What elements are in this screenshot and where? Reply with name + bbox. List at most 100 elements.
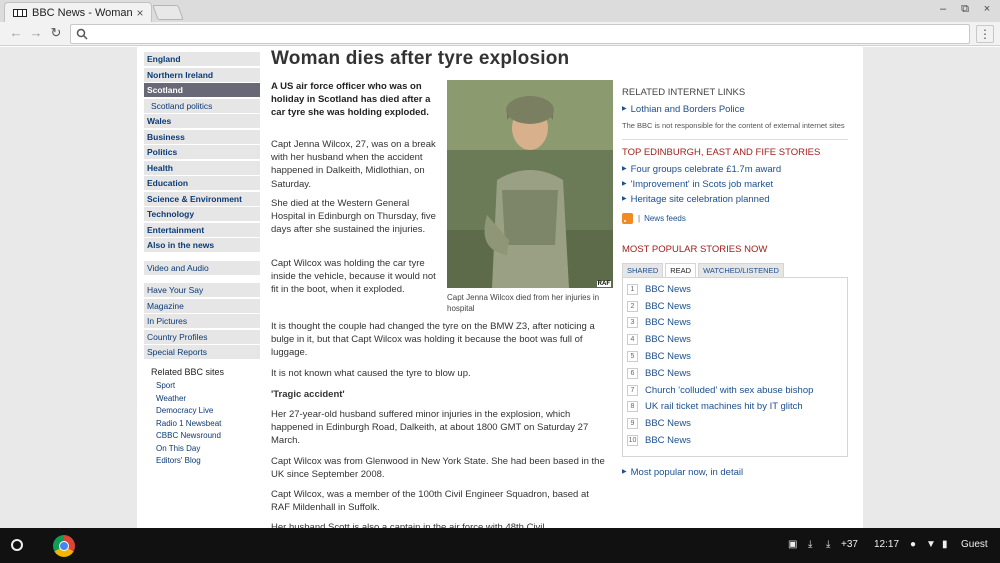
popular-story-label: BBC News [645, 435, 691, 447]
user-label[interactable]: Guest [961, 539, 988, 550]
popular-list-item[interactable]: 3 BBC News [627, 315, 847, 332]
back-arrow-icon[interactable]: ← [8, 25, 24, 40]
nav-item-northern-ireland[interactable]: Northern Ireland [144, 67, 260, 82]
article-paragraph: Capt Wilcox, was a member of the 100th C… [271, 489, 589, 514]
nav-item-country-profiles[interactable]: Country Profiles [144, 329, 260, 344]
os-shelf: ▣ ⤓ ⤓ +37 12:17 ● ▼ ▮ Guest [0, 528, 1000, 563]
nav-item-health[interactable]: Health [144, 160, 260, 175]
nav-item-business[interactable]: Business [144, 129, 260, 144]
related-site-link[interactable]: Sport [144, 380, 260, 393]
most-popular-heading: MOST POPULAR STORIES NOW [622, 244, 768, 255]
nav-item-have-your-say[interactable]: Have Your Say [144, 283, 260, 297]
related-internet-link[interactable]: ▶ Lothian and Borders Police [622, 102, 848, 117]
chrome-menu-icon[interactable]: ⋮ [976, 25, 994, 43]
right-column: RELATED INTERNET LINKS ▶ Lothian and Bord… [622, 87, 848, 480]
article-subheading: 'Tragic accident' [271, 389, 345, 400]
tab-title: BBC News - Woman dies after tyre explosi… [32, 6, 133, 19]
nav-video-audio[interactable]: Video and Audio [144, 260, 260, 275]
top-story-link[interactable]: ▶ Heritage site celebration planned [622, 192, 848, 207]
forward-arrow-icon[interactable]: → [28, 25, 44, 40]
popular-list-item[interactable]: 1 BBC News [627, 281, 847, 298]
top-stories-list: ▶ Four groups celebrate £1.7m award ▶ 'Impr… [622, 162, 848, 207]
related-site-link[interactable]: CBBC Newsround [144, 430, 260, 443]
related-site-link[interactable]: Radio 1 Newsbeat [144, 418, 260, 431]
article-paragraph: Her husband Scott is also a captain in t… [271, 522, 545, 528]
nav-item-politics[interactable]: Politics [144, 145, 260, 159]
top-story-link-label: 'Improvement' in Scots job market [630, 179, 774, 190]
tab-close-icon[interactable]: × [133, 6, 147, 20]
top-story-link-label: Heritage site celebration planned [630, 194, 770, 205]
search-icon [76, 28, 88, 40]
nav-item-in-pictures[interactable]: In Pictures [144, 314, 260, 328]
nav-item-education[interactable]: Education [144, 176, 260, 190]
popular-list-item[interactable]: 6 BBC News [627, 365, 847, 382]
related-links-heading: RELATED INTERNET LINKS [622, 87, 746, 98]
related-sites-heading: Related BBC sites [151, 367, 225, 377]
nav-item-magazine[interactable]: Magazine [144, 298, 260, 313]
popular-list-item[interactable]: 4 BBC News [627, 331, 847, 348]
top-story-link[interactable]: ▶ Four groups celebrate £1.7m award [622, 162, 848, 177]
tab-watched-listened[interactable]: WATCHED/LISTENED [698, 263, 784, 277]
restore-button[interactable]: ⧉ [958, 3, 972, 16]
clock[interactable]: 12:17 [874, 539, 899, 550]
tab-read[interactable]: READ [665, 263, 697, 277]
nav-item-special-reports[interactable]: Special Reports [144, 345, 260, 359]
news-feeds-label: News feeds [644, 214, 686, 223]
tab-shared[interactable]: SHARED [622, 263, 664, 277]
new-tab-button[interactable] [152, 5, 184, 20]
popular-story-label: BBC News [645, 418, 691, 430]
popular-list-item[interactable]: 9 BBC News [627, 415, 847, 432]
popular-story-label: BBC News [645, 283, 691, 295]
popular-rank: 8 [627, 401, 638, 413]
rss-icon [622, 213, 633, 224]
popular-rank: 10 [627, 435, 638, 447]
download-icon[interactable]: ⤓ [808, 539, 812, 550]
news-feeds-link[interactable]: | News feeds [622, 213, 848, 224]
screenshot-icon[interactable]: ▣ [788, 539, 797, 550]
left-navigation: England Northern Ireland Scotland Scotland … [144, 52, 260, 468]
chrome-app-icon[interactable] [53, 535, 75, 557]
popular-rank: 2 [627, 300, 638, 312]
address-input[interactable] [93, 27, 953, 41]
nav-item-technology[interactable]: Technology [144, 207, 260, 221]
popular-list-item[interactable]: 2 BBC News [627, 298, 847, 315]
popular-list-item[interactable]: 7 Church 'colluded' with sex abuse bishop [627, 382, 847, 399]
notification-count-badge[interactable]: +37 [841, 539, 858, 550]
popular-rank: 3 [627, 317, 638, 329]
related-site-link[interactable]: Weather [144, 393, 260, 406]
related-site-link[interactable]: Democracy Live [144, 405, 260, 418]
nav-item-wales[interactable]: Wales [144, 114, 260, 128]
browser-toolbar: ← → ↻ ⋮ [0, 22, 1000, 46]
top-story-link[interactable]: ▶ 'Improvement' in Scots job market [622, 177, 848, 192]
minimize-button[interactable]: – [936, 3, 950, 15]
most-popular-list: 1 BBC News 2 BBC News 3 BBC News 4 BBC News 5 BBC… [622, 277, 848, 457]
nav-item-also-in-the-news[interactable]: Also in the news [144, 238, 260, 252]
popular-story-label: BBC News [645, 300, 691, 312]
nav-item-entertainment[interactable]: Entertainment [144, 222, 260, 237]
popular-list-item[interactable]: 10 BBC News [627, 432, 847, 449]
most-popular-detail-link[interactable]: ▶ Most popular now, in detail [622, 465, 848, 480]
bullet-icon: ▶ [622, 106, 627, 112]
popular-list-item[interactable]: 8 UK rail ticket machines hit by IT glitc… [627, 399, 847, 416]
address-bar[interactable] [70, 24, 970, 44]
download-icon-2[interactable]: ⤓ [826, 539, 830, 550]
bbc-page: England Northern Ireland Scotland Scotland … [137, 47, 863, 528]
related-site-link[interactable]: On This Day [144, 443, 260, 456]
photo-caption: Capt Jenna Wilcox died from her injuries… [447, 293, 600, 313]
reload-icon[interactable]: ↻ [48, 25, 64, 41]
article-paragraph: Capt Jenna Wilcox, 27, was on a break wi… [271, 139, 436, 190]
nav-item-science-environment[interactable]: Science & Environment [144, 191, 260, 206]
article-lead: A US air force officer who was on holida… [271, 81, 431, 118]
nav-item-scotland[interactable]: Scotland [144, 83, 260, 97]
close-window-button[interactable]: × [980, 3, 994, 15]
bullet-icon: ▶ [622, 196, 627, 202]
article-paragraph: It is not known what caused the tyre to … [271, 368, 471, 379]
nav-item-scotland-politics[interactable]: Scotland politics [144, 98, 260, 113]
browser-tab[interactable]: BBC News - Woman dies after tyre explosi… [4, 2, 152, 22]
nav-item-england[interactable]: England [144, 52, 260, 66]
popular-list-item[interactable]: 5 BBC News [627, 348, 847, 365]
popular-rank: 4 [627, 334, 638, 346]
launcher-icon[interactable] [11, 539, 23, 551]
related-site-link[interactable]: Editors' Blog [144, 455, 260, 468]
external-links-disclaimer: The BBC is not responsible for the conte… [622, 121, 845, 130]
